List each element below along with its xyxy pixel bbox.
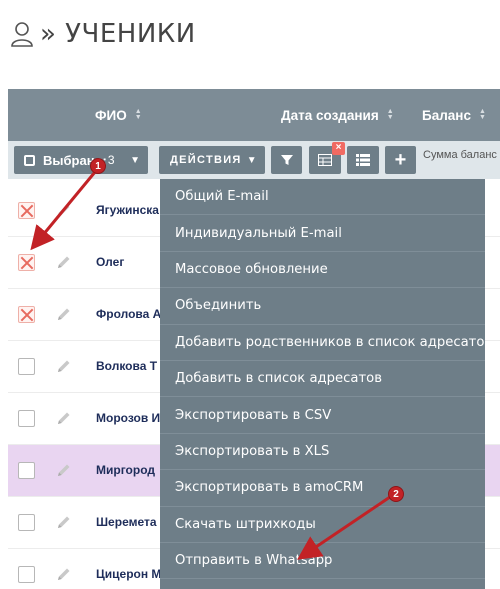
close-icon[interactable]: × (332, 142, 345, 155)
pencil-icon[interactable] (56, 358, 72, 374)
balance-sum-label: Сумма баланс (423, 149, 497, 161)
menu-item-individual-email[interactable]: Индивидуальный E-mail (160, 215, 485, 252)
column-header-fio[interactable]: ФИО ▲ ▼ (95, 89, 142, 141)
column-header-label: Баланс (422, 107, 471, 123)
table-columns-button[interactable]: × (309, 142, 345, 174)
sort-icon[interactable]: ▲ ▼ (387, 108, 394, 121)
menu-item-add-relatives-recipients[interactable]: Добавить родственников в список адресато… (160, 325, 485, 361)
student-name-link[interactable]: Морозов И (96, 411, 160, 425)
menu-item-download-barcodes[interactable]: Скачать штрихкоды (160, 507, 485, 543)
annotation-marker-2: 2 (388, 486, 404, 502)
chevron-down-icon: ▼ (246, 154, 258, 166)
bulk-toolbar: Выбрано: 3 ▼ ДЕЙСТВИЯ ▼ × + Сумма баланс (8, 141, 500, 179)
pencil-icon[interactable] (56, 306, 72, 322)
pencil-icon[interactable] (56, 254, 72, 270)
page-title: » УЧЕНИКИ (40, 19, 196, 49)
column-header-label: Дата создания (281, 107, 379, 123)
annotation-marker-1: 1 (90, 158, 106, 174)
selected-count: 3 (107, 153, 115, 167)
menu-item-merge[interactable]: Объединить (160, 288, 485, 325)
select-all-checkbox-icon (24, 154, 35, 166)
menu-item-send-whatsapp[interactable]: Отправить в Whatsapp (160, 543, 485, 580)
row-checkbox[interactable] (18, 514, 35, 531)
page-header: » УЧЕНИКИ (10, 14, 196, 54)
menu-item-export-amocrm[interactable]: Экспортировать в amoCRM (160, 470, 485, 507)
filter-button[interactable] (271, 146, 302, 174)
student-name-link[interactable]: Олег (96, 255, 124, 269)
pencil-icon[interactable] (56, 202, 72, 218)
student-name-link[interactable]: Шеремета (96, 515, 157, 529)
actions-menu: Общий E-mail Индивидуальный E-mail Массо… (160, 179, 485, 589)
student-name-link[interactable]: Волкова Т (96, 359, 157, 373)
menu-item-add-recipients[interactable]: Добавить в список адресатов (160, 361, 485, 398)
add-student-button[interactable]: + (385, 146, 416, 174)
pencil-icon[interactable] (56, 410, 72, 426)
row-checkbox[interactable] (18, 306, 35, 323)
menu-item-bulk-update[interactable]: Массовое обновление (160, 252, 485, 289)
student-name-link[interactable]: Миргород (96, 463, 155, 477)
user-icon (10, 20, 36, 48)
student-name-link[interactable]: Фролова А (96, 307, 161, 321)
filter-icon (280, 155, 293, 165)
row-checkbox[interactable] (18, 358, 35, 375)
student-name-link[interactable]: Ягужинска (96, 203, 159, 217)
list-view-button[interactable] (347, 146, 379, 174)
plus-icon: + (394, 148, 407, 171)
column-header-balance[interactable]: Баланс ▲ ▼ (422, 89, 486, 141)
column-header-label: ФИО (95, 107, 127, 123)
menu-item-export-xls[interactable]: Экспортировать в XLS (160, 434, 485, 471)
sort-icon[interactable]: ▲ ▼ (479, 108, 486, 121)
selected-count-button[interactable]: Выбрано: 3 ▼ (14, 146, 148, 174)
actions-dropdown-button[interactable]: ДЕЙСТВИЯ ▼ (159, 146, 265, 174)
pencil-icon[interactable] (56, 566, 72, 582)
actions-label: ДЕЙСТВИЯ (170, 154, 242, 166)
row-checkbox[interactable] (18, 254, 35, 271)
row-checkbox[interactable] (18, 202, 35, 219)
list-icon (356, 154, 370, 166)
table-columns-icon (318, 154, 332, 166)
table-header: ФИО ▲ ▼ Дата создания ▲ ▼ Баланс ▲ ▼ (8, 89, 500, 141)
column-header-created-date[interactable]: Дата создания ▲ ▼ (281, 89, 394, 141)
row-checkbox[interactable] (18, 410, 35, 427)
menu-item-export-csv[interactable]: Экспортировать в CSV (160, 397, 485, 434)
sort-icon[interactable]: ▲ ▼ (135, 108, 142, 121)
row-checkbox[interactable] (18, 566, 35, 583)
menu-item-general-email[interactable]: Общий E-mail (160, 179, 485, 216)
pencil-icon[interactable] (56, 514, 72, 530)
student-name-link[interactable]: Цицерон М (96, 567, 161, 581)
chevron-down-icon: ▼ (130, 154, 140, 166)
pencil-icon[interactable] (56, 462, 72, 478)
row-checkbox[interactable] (18, 462, 35, 479)
